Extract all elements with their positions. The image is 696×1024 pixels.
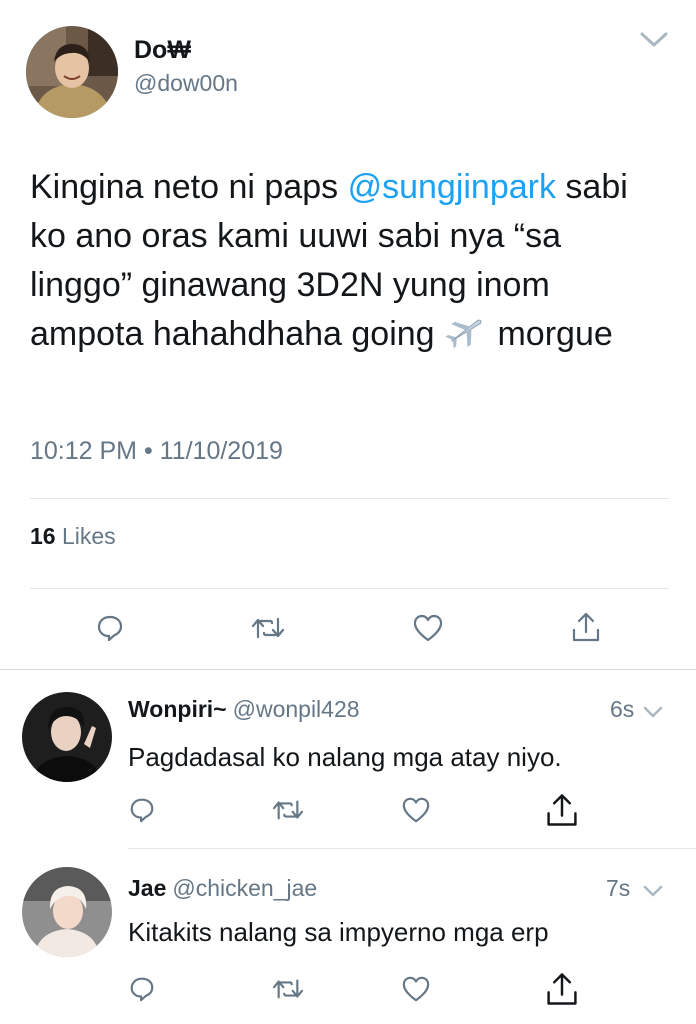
tweet-timestamp[interactable]: 10:12 PM • 11/10/2019 [30,437,283,466]
main-tweet: Do₩ @dow00n Kingina neto ni paps @sungji… [0,0,696,670]
chevron-down-icon[interactable] [642,883,664,899]
reply-author-name[interactable]: Jae [128,875,166,901]
share-icon[interactable] [568,608,604,646]
reply-text: Pagdadasal ko nalang mga atay niyo. [128,742,562,772]
tweet-text-part: Kingina neto ni paps [30,168,348,206]
reply-icon[interactable] [92,610,128,646]
likes-count[interactable]: 16 Likes [30,523,116,550]
more-chevron-icon[interactable] [638,28,670,50]
mention-link[interactable]: @sungjinpark [348,168,556,206]
reply-icon[interactable] [124,792,160,828]
tweet-text: Kingina neto ni paps @sungjinpark sabi k… [30,163,660,359]
divider [30,498,669,499]
heart-icon[interactable] [398,971,434,1007]
chevron-down-icon[interactable] [642,704,664,720]
avatar[interactable] [22,867,112,957]
reply-tweet[interactable]: Jae @chicken_jae 7s Kitakits nalang sa im… [0,849,696,1024]
likes-label: Likes [55,523,116,549]
retweet-icon[interactable] [268,971,308,1007]
reply-author-handle[interactable]: @chicken_jae [172,875,317,901]
heart-icon[interactable] [398,792,434,828]
share-icon[interactable] [542,969,582,1009]
airplane-icon [444,313,488,349]
reply-author-handle[interactable]: @wonpil428 [233,696,360,722]
author-handle[interactable]: @dow00n [134,70,238,97]
likes-number: 16 [30,523,56,549]
author-avatar[interactable] [26,26,118,118]
avatar[interactable] [22,692,112,782]
retweet-icon[interactable] [248,610,288,646]
heart-icon[interactable] [410,610,446,646]
reply-text: Kitakits nalang sa impyerno mga erp [128,917,549,947]
reply-author-name[interactable]: Wonpiri~ [128,696,227,722]
reply-icon[interactable] [124,971,160,1007]
reply-tweet[interactable]: Wonpiri~ @wonpil428 6s Pagdadasal ko nala… [0,670,696,848]
author-name[interactable]: Do₩ [134,36,191,65]
retweet-icon[interactable] [268,792,308,828]
reply-header: Jae @chicken_jae [128,875,317,902]
reply-header: Wonpiri~ @wonpil428 [128,696,360,723]
reply-time[interactable]: 7s [606,875,630,902]
divider [30,588,669,589]
tweet-text-part: morgue [488,315,613,353]
reply-time[interactable]: 6s [610,696,634,723]
share-icon[interactable] [542,790,582,830]
